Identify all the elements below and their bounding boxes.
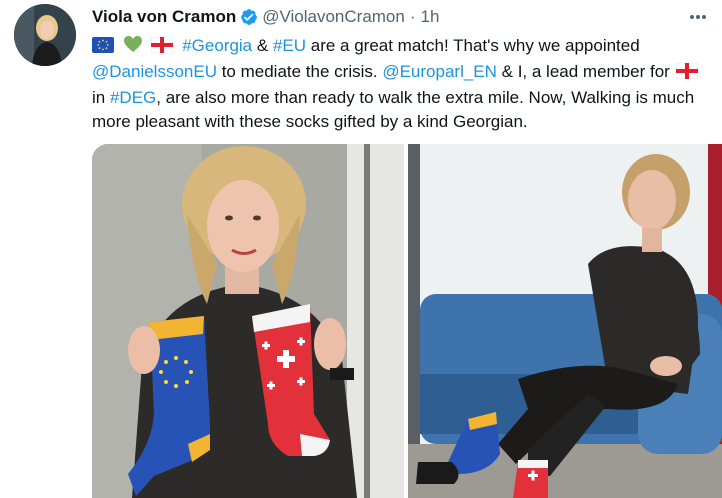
author-handle[interactable]: @ViolavonCramon [262,7,405,27]
separator-dot: · [409,7,416,26]
mention-danielssoneu[interactable]: @DanielssonEU [92,62,217,81]
georgia-flag-icon [675,62,698,86]
hashtag-deg[interactable]: #DEG [110,88,156,107]
tweet-text-part4: in [92,88,110,107]
eu-flag-icon [92,36,114,60]
tweet-media [92,144,722,498]
tweet-text-part3: & I, a lead member for [496,62,675,81]
tweet-text: #Georgia & #EU are a great match! That's… [92,34,716,134]
verified-badge-icon [240,8,258,26]
georgia-flag-icon [151,36,174,60]
tweet-text-amp: & [252,36,273,55]
author-name[interactable]: Viola von Cramon [92,7,236,27]
tweet-text-part5: , are also more than ready to walk the e… [92,88,695,131]
hashtag-eu[interactable]: #EU [273,36,306,55]
green-heart-icon [123,35,143,60]
mention-europarl-en[interactable]: @Europarl_EN [382,62,497,81]
photo-woman-on-sofa[interactable] [408,144,722,498]
tweet-text-part1: are a great match! That's why we appoint… [306,36,640,55]
author-avatar[interactable] [14,4,76,66]
tweet-timestamp[interactable]: 1h [421,7,440,27]
more-options-icon[interactable] [688,10,708,24]
tweet-text-part2: to mediate the crisis. [216,62,383,81]
photo-woman-holding-socks[interactable] [92,144,404,498]
hashtag-georgia[interactable]: #Georgia [182,36,252,55]
tweet-header: Viola von Cramon @ViolavonCramon · 1h [92,6,692,28]
